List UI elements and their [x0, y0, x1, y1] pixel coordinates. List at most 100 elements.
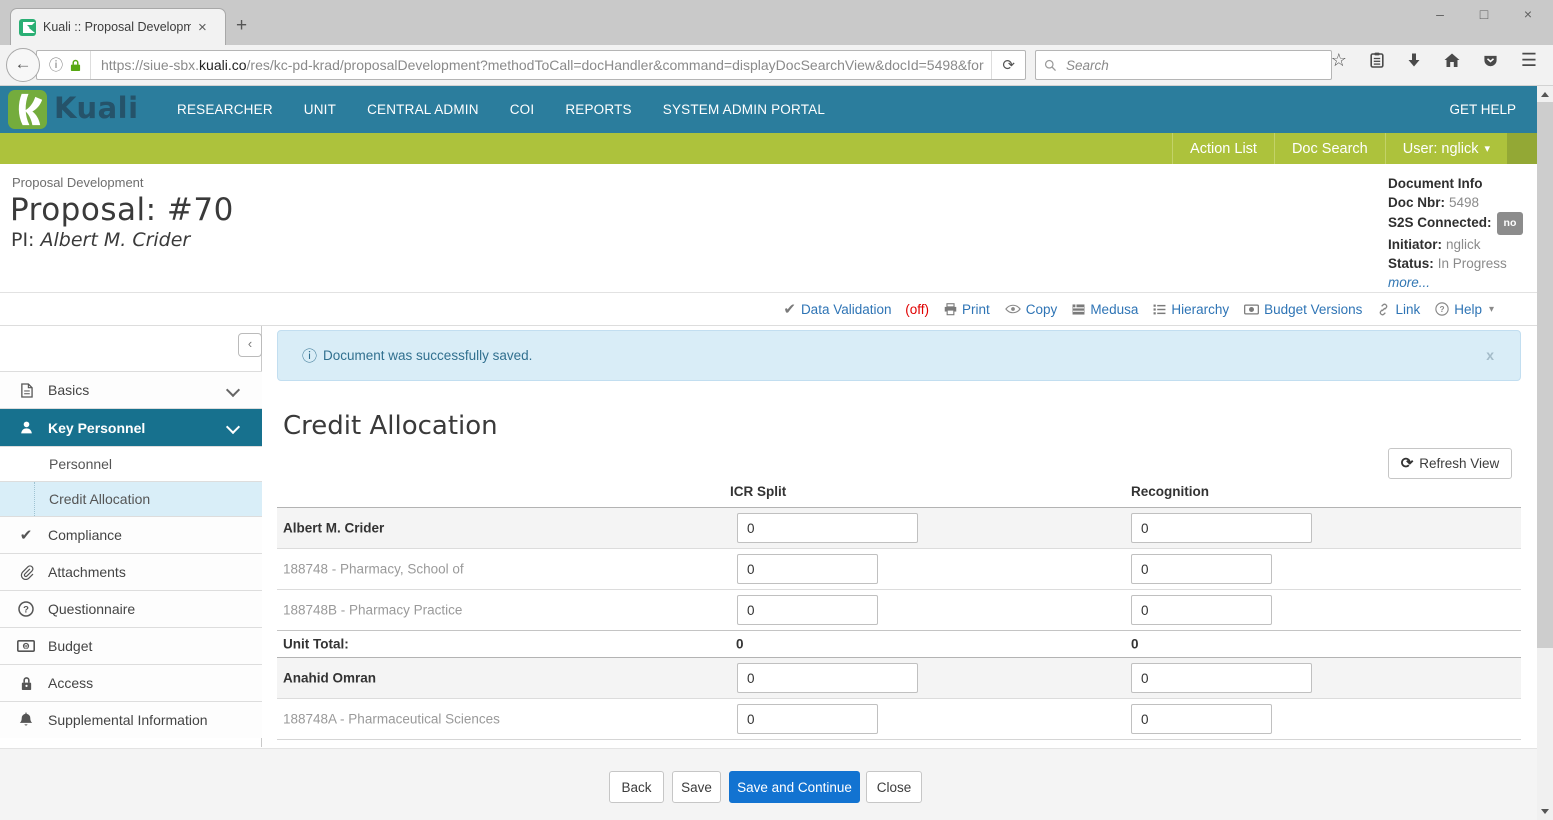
chain-link-icon: [1377, 303, 1390, 316]
recognition-input[interactable]: [1131, 595, 1272, 625]
validation-off-flag: (off): [905, 302, 929, 317]
kuali-wordmark: Kuali: [54, 91, 139, 125]
save-and-continue-button[interactable]: Save and Continue: [729, 771, 860, 803]
medusa-link[interactable]: Medusa: [1072, 302, 1138, 317]
sidebar-item-compliance[interactable]: ✔ Compliance: [0, 516, 262, 553]
icr-split-input[interactable]: [737, 554, 878, 584]
reload-icon[interactable]: ⟳: [991, 51, 1025, 79]
recognition-input[interactable]: [1131, 663, 1312, 693]
sidebar-item-questionnaire[interactable]: ? Questionnaire: [0, 590, 262, 627]
sidebar-item-label: Attachments: [48, 564, 126, 580]
site-info-icon[interactable]: ⓘ: [49, 55, 63, 75]
downloads-icon[interactable]: [1407, 53, 1421, 68]
sidebar-item-label: Access: [48, 675, 93, 691]
sidebar-item-credit-allocation[interactable]: Credit Allocation: [0, 481, 262, 516]
icr-split-input[interactable]: [737, 663, 918, 693]
home-icon[interactable]: [1444, 53, 1460, 68]
url-bar[interactable]: ⓘ https://siue-sbx.kuali.co/res/kc-pd-kr…: [36, 50, 1026, 80]
column-header-icr-split: ICR Split: [730, 484, 786, 499]
save-button[interactable]: Save: [672, 771, 721, 803]
search-bar[interactable]: [1035, 50, 1332, 80]
back-button[interactable]: Back: [609, 771, 664, 803]
recognition-input[interactable]: [1131, 704, 1272, 734]
more-link[interactable]: more...: [1388, 275, 1430, 290]
nav-researcher[interactable]: RESEARCHER: [177, 102, 273, 117]
sidebar-item-basics[interactable]: Basics: [0, 371, 262, 408]
nav-unit[interactable]: UNIT: [304, 102, 336, 117]
utility-bar-end: [1507, 133, 1538, 164]
doc-search-link[interactable]: Doc Search: [1274, 133, 1385, 164]
scroll-up-arrow[interactable]: [1541, 92, 1549, 97]
sidebar-item-access[interactable]: Access: [0, 664, 262, 701]
sidebar-item-label: Budget: [48, 638, 92, 654]
search-input[interactable]: [1064, 57, 1323, 74]
row-label: 188748B - Pharmacy Practice: [283, 603, 462, 618]
window-close-button[interactable]: ×: [1521, 6, 1535, 22]
bookmark-star-icon[interactable]: ☆: [1331, 51, 1347, 69]
question-circle-icon: ?: [17, 601, 35, 617]
sidebar-item-budget[interactable]: 0 Budget: [0, 627, 262, 664]
notification-close-button[interactable]: x: [1486, 347, 1494, 363]
sidebar-item-supplemental-information[interactable]: Supplemental Information: [0, 701, 262, 738]
svg-text:?: ?: [23, 605, 29, 616]
user-menu[interactable]: User: nglick▾: [1385, 133, 1507, 164]
action-list-link[interactable]: Action List: [1172, 133, 1274, 164]
pocket-icon[interactable]: [1483, 53, 1498, 68]
kuali-logo-icon[interactable]: [8, 90, 47, 129]
unit-total-recognition-value: 0: [1131, 637, 1139, 652]
row-label: 188748 - Pharmacy, School of: [283, 562, 464, 577]
notification-message: Document was successfully saved.: [323, 348, 532, 363]
nav-coi[interactable]: COI: [510, 102, 535, 117]
https-lock-icon[interactable]: [70, 59, 81, 72]
get-help-link[interactable]: GET HELP: [1449, 86, 1516, 133]
hierarchy-list-icon: [1153, 304, 1166, 315]
scroll-down-arrow[interactable]: [1541, 809, 1549, 814]
icr-split-input[interactable]: [737, 704, 878, 734]
help-menu[interactable]: ?Help▾: [1435, 302, 1494, 317]
vertical-scrollbar[interactable]: [1537, 86, 1553, 820]
new-tab-button[interactable]: +: [236, 16, 247, 35]
print-link[interactable]: Print: [944, 302, 990, 317]
window-minimize-button[interactable]: –: [1433, 6, 1447, 22]
icr-split-input[interactable]: [737, 595, 878, 625]
bookmarks-list-icon[interactable]: [1370, 52, 1384, 68]
tab-close-icon[interactable]: ×: [198, 20, 207, 35]
caret-down-icon: ▾: [1489, 304, 1494, 315]
person-icon: [17, 420, 35, 435]
browser-back-button[interactable]: ←: [6, 48, 40, 82]
budget-versions-link[interactable]: Budget Versions: [1244, 302, 1362, 317]
data-validation-link[interactable]: ✔Data Validation (off): [783, 300, 929, 318]
scrollbar-thumb[interactable]: [1537, 102, 1553, 648]
link-link[interactable]: Link: [1377, 302, 1420, 317]
sidebar-item-label: Personnel: [49, 456, 112, 472]
footer-bar: Back Save Save and Continue Close: [0, 748, 1537, 820]
nav-central-admin[interactable]: CENTRAL ADMIN: [367, 102, 479, 117]
help-circle-icon: ?: [1435, 302, 1449, 316]
refresh-view-button[interactable]: ⟳ Refresh View: [1388, 448, 1512, 479]
sidebar-collapse-button[interactable]: ‹: [238, 333, 262, 357]
sidebar-item-attachments[interactable]: Attachments: [0, 553, 262, 590]
hierarchy-link[interactable]: Hierarchy: [1153, 302, 1229, 317]
sidebar-item-label: Questionnaire: [48, 601, 135, 617]
nav-reports[interactable]: REPORTS: [565, 102, 631, 117]
row-label: Albert M. Crider: [283, 521, 384, 536]
info-circle-icon: ⓘ: [302, 345, 317, 366]
pi-line: PI: Albert M. Crider: [11, 229, 190, 251]
browser-titlebar: Kuali :: Proposal Developme × + – □ ×: [0, 0, 1553, 45]
browser-window: Kuali :: Proposal Developme × + – □ × ← …: [0, 0, 1553, 820]
bell-icon: [17, 712, 35, 728]
menu-hamburger-icon[interactable]: ☰: [1521, 51, 1537, 69]
window-maximize-button[interactable]: □: [1477, 6, 1491, 22]
sidebar-item-key-personnel[interactable]: Key Personnel: [0, 408, 262, 446]
status-value: In Progress: [1438, 256, 1507, 271]
copy-link[interactable]: Copy: [1005, 302, 1058, 317]
nav-system-admin-portal[interactable]: SYSTEM ADMIN PORTAL: [663, 102, 825, 117]
browser-tab[interactable]: Kuali :: Proposal Developme ×: [10, 8, 226, 45]
recognition-input[interactable]: [1131, 554, 1272, 584]
sidebar-item-personnel[interactable]: Personnel: [0, 446, 262, 481]
recognition-input[interactable]: [1131, 513, 1312, 543]
close-button[interactable]: Close: [866, 771, 922, 803]
icr-split-input[interactable]: [737, 513, 918, 543]
table-row-unit: 188748A - Pharmaceutical Sciences: [277, 698, 1521, 739]
table-row-unit: 188748B - Pharmacy Practice: [277, 589, 1521, 630]
